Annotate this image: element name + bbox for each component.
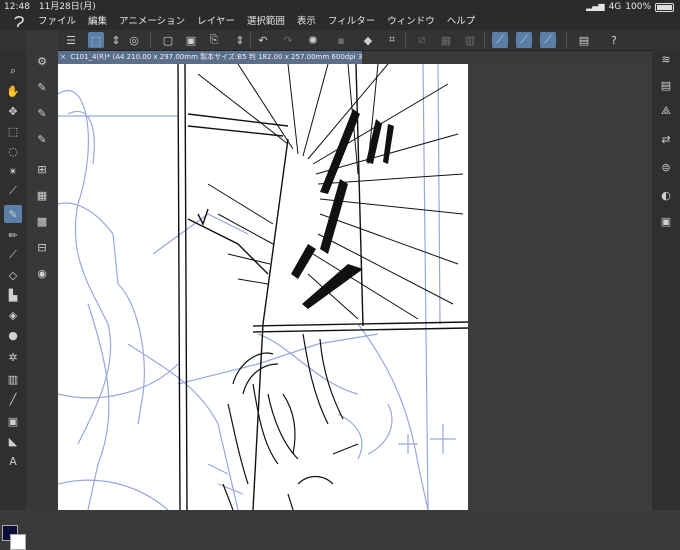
gradient-icon[interactable]: ▥ [4,370,22,388]
settings-icon[interactable]: ⚙ [33,52,51,70]
eraser-icon[interactable]: ◇ [4,266,22,284]
ruler-icon[interactable]: ▦ [438,32,454,48]
undo-icon[interactable]: ↶ [255,32,271,48]
crop-icon[interactable]: ⧄ [414,32,430,48]
brush-detail-icon[interactable]: ✎ [33,130,51,148]
zoom-icon[interactable]: ⌕ [4,62,22,80]
menu-animation[interactable]: アニメーション [119,14,185,30]
text-icon[interactable]: A [4,452,22,470]
help-icon[interactable]: ? [606,32,622,48]
pencil-icon[interactable]: ✏ [4,226,22,244]
snap-icon[interactable]: ▥ [462,32,478,48]
fill-bucket-icon[interactable]: ▙ [4,286,22,304]
close-icon[interactable]: × [58,51,68,64]
pen-icon[interactable]: ✎ [4,205,22,223]
layer-select-icon[interactable]: ⬚ [88,32,104,48]
battery-label: 100% [625,2,651,12]
brush-shape-icon[interactable]: ✎ [33,104,51,122]
layer-prop-icon[interactable]: ▦ [33,186,51,204]
export-icon[interactable]: ⇕ [232,32,248,48]
move-icon[interactable]: ✥ [4,102,22,120]
magic-wand-icon[interactable]: ✴ [4,162,22,180]
network-label: 4G [608,2,622,12]
fill-icon[interactable]: ◆ [360,32,376,48]
import-icon[interactable]: ⊞ [33,160,51,178]
save-panel-icon[interactable]: ▣ [657,212,675,230]
redo-icon[interactable]: ↷ [280,32,296,48]
material-icon[interactable]: ▩ [33,212,51,230]
pen-stab-2-icon[interactable]: ⟋ [516,32,532,48]
battery-icon [655,2,674,12]
canvas-paper[interactable] [58,64,469,510]
layers-icon[interactable]: ≋ [657,50,675,68]
page-icon[interactable]: ⊟ [33,238,51,256]
transform-icon[interactable]: ⌗ [384,32,400,48]
document-tab[interactable]: × C101_4(R)* (A4 210.00 x 297.00mm 製本サイズ… [58,51,362,64]
menu-selection[interactable]: 選択範囲 [247,14,285,30]
menu-view[interactable]: 表示 [297,14,316,30]
color-circle-icon[interactable]: ◉ [33,264,51,282]
document-title: C101_4(R)* (A4 210.00 x 297.00mm 製本サイズ:B… [70,53,362,61]
ruler-tool-icon[interactable]: ◣ [4,432,22,450]
app-logo-icon[interactable] [12,15,26,29]
tool-palette: ⌕ ✋ ✥ ⬚ ◌ ✴ ⟋ ✎ ✏ ⟋ ◇ ▙ ◈ ● ✲ ▥ ╱ ▣ ◣ A [0,50,26,550]
clock-date: 11月28日(月) [38,2,96,12]
command-bar: ☰ ⬚ ⇕ ◎ ▢ ▣ ⎘ ⇕ ↶ ↷ ✺ ▪ ◆ ⌗ ⧄ ▦ ▥ ⟋ ⟋ ⟋ … [0,30,680,51]
history-icon[interactable]: ⇄ [657,130,675,148]
menu-help[interactable]: ヘルプ [447,14,476,30]
clear-icon[interactable]: ▪ [333,32,349,48]
select-icon[interactable]: ⬚ [4,122,22,140]
menu-filter[interactable]: フィルター [328,14,375,30]
frame-icon[interactable]: ▣ [4,412,22,430]
brush-icon[interactable]: ⟋ [4,246,22,264]
tablet-icon[interactable]: ▤ [576,32,592,48]
open-icon[interactable]: ▣ [183,32,199,48]
line-icon[interactable]: ╱ [4,390,22,408]
right-panel: ≋ ▤ ⟁ ⇄ ⊜ ◐ ▣ [652,50,680,510]
save-icon[interactable]: ⎘ [206,32,222,48]
pen-stab-1-icon[interactable]: ⟋ [492,32,508,48]
blend-icon[interactable]: ◈ [4,306,22,324]
hand-icon[interactable]: ✋ [4,82,22,100]
material-panel-icon[interactable]: ⟁ [657,102,675,120]
loading-icon: ✺ [308,33,318,47]
lasso-icon[interactable]: ◌ [4,142,22,160]
menu-window[interactable]: ウィンドウ [387,14,435,30]
brush-size-icon[interactable]: ✎ [33,78,51,96]
manga-artwork [58,64,469,510]
menu-edit[interactable]: 編集 [88,14,107,30]
eyedropper-icon[interactable]: ⟋ [4,182,22,200]
stepper-icon[interactable]: ⇕ [108,32,124,48]
menu-layer[interactable]: レイヤー [197,14,235,30]
menu-file[interactable]: ファイル [38,14,76,30]
new-icon[interactable]: ▢ [160,32,176,48]
menu-bar: ファイル 編集 アニメーション レイヤー 選択範囲 表示 フィルター ウィンドウ… [0,14,680,30]
status-bar: 12:48 11月28日(月) ▂▄▆ 4G 100% [0,0,680,14]
layer-stack-icon[interactable]: ⊜ [657,158,675,176]
blur-icon[interactable]: ● [4,326,22,344]
sub-color-swatch[interactable] [10,534,26,550]
pen-stab-3-icon[interactable]: ⟋ [540,32,556,48]
comment-icon[interactable]: ▤ [657,76,675,94]
canvas-area[interactable] [58,64,652,510]
stamp-icon[interactable]: ◎ [126,32,142,48]
clock-time: 12:48 [4,2,30,12]
drops-icon[interactable]: ◐ [657,186,675,204]
signal-icon: ▂▄▆ [586,2,605,11]
sub-tool-column: ⚙ ✎ ✎ ✎ ⊞ ▦ ▩ ⊟ ◉ [26,30,58,510]
menu-icon[interactable]: ☰ [63,32,79,48]
sparkle-icon[interactable]: ✲ [4,348,22,366]
